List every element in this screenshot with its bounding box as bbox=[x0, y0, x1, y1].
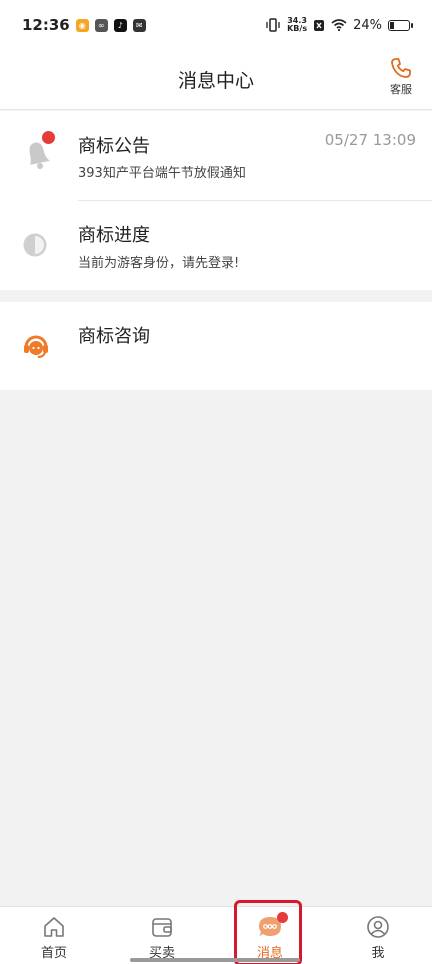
home-icon bbox=[44, 917, 64, 937]
header: 消息中心 客服 bbox=[0, 50, 432, 110]
tiktok-app-icon: ♪ bbox=[113, 18, 127, 32]
tab-home[interactable]: 首页 bbox=[0, 907, 108, 964]
tab-me[interactable]: 我 bbox=[324, 907, 432, 964]
mail-app-icon: ✉ bbox=[132, 18, 146, 32]
page-title: 消息中心 bbox=[177, 70, 254, 92]
network-speed: 34.3 KB/s bbox=[287, 17, 307, 33]
weibo-app-icon: ◉ bbox=[75, 18, 89, 32]
wifi-icon bbox=[331, 19, 347, 31]
announcement-title: 商标公告 bbox=[78, 136, 150, 157]
battery-fill bbox=[390, 21, 394, 29]
progress-title: 商标进度 bbox=[78, 225, 150, 246]
status-left: 12:36 ◉ ∞ ♪ ✉ bbox=[22, 16, 146, 34]
status-time: 12:36 bbox=[22, 16, 70, 34]
announcement-time: 05/27 13:09 bbox=[324, 131, 416, 149]
list-item-progress[interactable]: 商标进度 当前为游客身份，请先登录! bbox=[0, 201, 432, 290]
speed-unit: KB/s bbox=[287, 24, 308, 33]
consult-section: 商标咨询 bbox=[0, 302, 432, 390]
vibrate-icon bbox=[266, 18, 280, 32]
unread-badge bbox=[42, 131, 55, 144]
user-icon bbox=[367, 916, 389, 938]
no-sim-icon bbox=[314, 19, 325, 31]
sync-app-icon: ∞ bbox=[94, 18, 108, 32]
list-item-consult[interactable]: 商标咨询 bbox=[0, 302, 432, 390]
headset-icon bbox=[24, 335, 48, 358]
message-section: 商标公告 393知产平台端午节放假通知 05/27 13:09 商标进度 当前为… bbox=[0, 111, 432, 290]
progress-subtitle: 当前为游客身份，请先登录! bbox=[78, 256, 240, 271]
customer-service-button[interactable]: 客服 bbox=[384, 56, 418, 97]
tab-me-label: 我 bbox=[371, 946, 385, 961]
announcement-subtitle: 393知产平台端午节放假通知 bbox=[78, 166, 246, 181]
home-indicator[interactable] bbox=[130, 958, 300, 962]
list-item-announcement[interactable]: 商标公告 393知产平台端午节放假通知 05/27 13:09 bbox=[0, 111, 432, 201]
tab-home-label: 首页 bbox=[40, 946, 67, 961]
consult-title: 商标咨询 bbox=[78, 326, 150, 347]
selection-highlight bbox=[234, 900, 302, 964]
wallet-icon bbox=[152, 918, 172, 937]
battery-icon bbox=[388, 19, 413, 31]
tab-bar: 首页 买卖 消息 我 bbox=[0, 906, 432, 964]
battery-percent: 24% bbox=[353, 17, 382, 33]
tab-trade[interactable]: 买卖 bbox=[108, 907, 216, 964]
status-right: 34.3 KB/s 24% bbox=[265, 17, 413, 33]
status-bar: 12:36 ◉ ∞ ♪ ✉ 34.3 KB/s 24% bbox=[0, 0, 432, 50]
progress-icon bbox=[23, 233, 47, 257]
phone-icon bbox=[391, 58, 411, 78]
service-label: 客服 bbox=[390, 83, 412, 96]
